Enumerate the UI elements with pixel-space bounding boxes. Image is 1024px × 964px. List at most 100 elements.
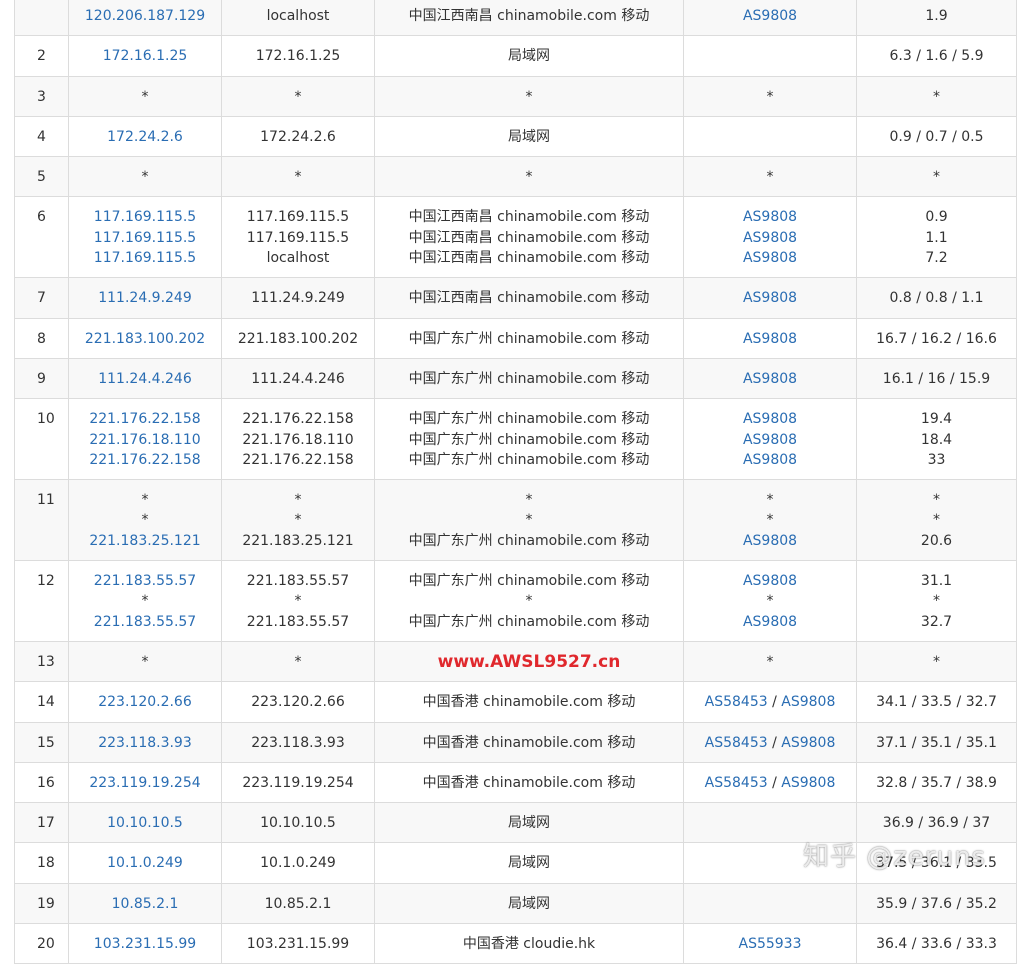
ip-link[interactable]: 10.10.10.5 (107, 815, 183, 831)
ip-link[interactable]: 117.169.115.5 (94, 230, 196, 246)
asn-link[interactable]: AS9808 (743, 371, 797, 387)
asn-link[interactable]: AS9808 (743, 331, 797, 347)
asn-line: * (684, 87, 856, 107)
hop-number-cell: 13 (14, 640, 69, 683)
hostname: * (294, 593, 302, 610)
ip-link[interactable]: 221.176.18.110 (89, 432, 200, 448)
latency-ms: 35.9 / 37.6 / 35.2 (876, 895, 997, 912)
hop-number: 12 (37, 573, 55, 590)
location-cell: 中国广东广州 chinamobile.com 移动 * 中国广东广州 chinamo… (374, 560, 684, 642)
location-cell: 局域网 (374, 802, 684, 844)
latency-ms: 1.9 (925, 8, 948, 24)
ip-link[interactable]: 223.119.19.254 (89, 775, 200, 791)
hop-number-cell: 15 (14, 721, 69, 763)
table-row: 20 103.231.15.99 103.231.15.99 中国香港 cloudie… (14, 923, 1017, 964)
asn-link[interactable]: AS9808 (743, 533, 797, 549)
ip-line: 10.10.10.5 (69, 813, 221, 833)
latency-ms: 19.4 (920, 411, 953, 428)
no-reply-marker: * (141, 512, 149, 529)
ip-link[interactable]: 172.16.1.25 (103, 48, 188, 64)
latency-ms: 7.2 (925, 250, 948, 267)
asn-cell: AS58453 / AS9808 (683, 761, 857, 804)
ip-link[interactable]: 10.85.2.1 (112, 896, 179, 912)
asn-line: AS9808 (684, 450, 856, 470)
ip-link[interactable]: 117.169.115.5 (94, 209, 196, 225)
hop-number: 2 (37, 48, 46, 65)
location-text: * (525, 512, 533, 529)
hostname-cell: 223.120.2.66 (221, 681, 375, 723)
asn-link[interactable]: AS9808 (781, 735, 835, 751)
latency-cell: * (856, 156, 1017, 198)
no-reply-marker: * (766, 593, 774, 610)
ip-link[interactable]: 221.183.55.57 (94, 614, 196, 630)
latency-cell: 1.9 (856, 0, 1017, 37)
hostname: 117.169.115.5 (246, 209, 350, 226)
asn-link[interactable]: AS58453 (705, 694, 768, 710)
asn-link[interactable]: AS9808 (743, 290, 797, 306)
ip-link[interactable]: 223.118.3.93 (98, 735, 192, 751)
ip-link[interactable]: 172.24.2.6 (107, 129, 183, 145)
asn-line: AS9808 (684, 369, 856, 389)
latency-ms: * (933, 169, 940, 186)
asn-cell: AS9808 (683, 357, 857, 400)
ip-line: 223.118.3.93 (69, 733, 221, 753)
location-cell: 局域网 (374, 882, 684, 925)
asn-link[interactable]: AS9808 (743, 614, 797, 630)
ip-link[interactable]: 111.24.9.249 (98, 290, 192, 306)
no-reply-marker: * (141, 169, 149, 186)
ip-line: 111.24.9.249 (69, 288, 221, 308)
ip-link[interactable]: 117.169.115.5 (94, 250, 196, 266)
latency-ms: * (933, 593, 940, 610)
ip-cell: * (68, 640, 222, 683)
hostname: 221.176.18.110 (242, 431, 354, 448)
location-cell: 中国江西南昌 chinamobile.com 移动 中国江西南昌 chinamob… (374, 196, 684, 279)
hostname-cell: * (221, 156, 375, 198)
location-cell: 中国广东广州 chinamobile.com 移动 中国广东广州 chinamob… (374, 398, 684, 481)
asn-separator: / (767, 774, 782, 791)
location-cell: 局域网 (374, 35, 684, 77)
asn-link[interactable]: AS9808 (743, 209, 797, 225)
asn-link[interactable]: AS9808 (743, 573, 797, 589)
asn-link[interactable]: AS9808 (743, 230, 797, 246)
asn-link[interactable]: AS58453 (705, 735, 768, 751)
location-cell: * (374, 156, 684, 198)
asn-link[interactable]: AS9808 (743, 432, 797, 448)
hostname-cell: 221.183.55.57 * 221.183.55.57 (221, 560, 375, 642)
asn-link[interactable]: AS9808 (743, 250, 797, 266)
latency-cell: 0.9 1.1 7.2 (856, 196, 1017, 279)
ip-link[interactable]: 221.176.22.158 (89, 452, 200, 468)
asn-link[interactable]: AS9808 (781, 694, 835, 710)
asn-link[interactable]: AS9808 (781, 775, 835, 791)
asn-link[interactable]: AS9808 (743, 411, 797, 427)
hop-number-cell: 14 (14, 681, 69, 723)
ip-link[interactable]: 10.1.0.249 (107, 855, 183, 871)
location-text: 中国广东广州 chinamobile.com 移动 (408, 411, 650, 428)
ip-link[interactable]: 221.176.22.158 (89, 411, 200, 427)
asn-line: AS58453 / AS9808 (684, 773, 856, 793)
latency-ms: 31.1 (920, 573, 953, 590)
ip-link[interactable]: 221.183.100.202 (85, 331, 205, 347)
ip-link[interactable]: 221.183.55.57 (94, 573, 196, 589)
ip-link[interactable]: 223.120.2.66 (98, 694, 192, 710)
location-text: 局域网 (508, 815, 550, 832)
hostname: 111.24.4.246 (251, 370, 345, 387)
hostname-cell: * (221, 640, 375, 683)
asn-line (684, 853, 856, 873)
table-row: 19 10.85.2.1 10.85.2.1 局域网 35.9 / 37.6 / 35.… (14, 882, 1017, 925)
ip-line: * (69, 167, 221, 187)
latency-cell: 6.3 / 1.6 / 5.9 (856, 35, 1017, 77)
asn-link[interactable]: AS9808 (743, 452, 797, 468)
asn-cell (683, 35, 857, 77)
hop-number: 4 (37, 128, 46, 145)
ip-link[interactable]: 103.231.15.99 (94, 936, 196, 952)
asn-link[interactable]: AS55933 (739, 936, 802, 952)
ip-link[interactable]: 221.183.25.121 (89, 533, 200, 549)
hostname: 103.231.15.99 (246, 936, 350, 953)
ip-link[interactable]: 111.24.4.246 (98, 371, 192, 387)
ip-link[interactable]: 120.206.187.129 (85, 8, 205, 24)
hostname-cell: 103.231.15.99 (221, 923, 375, 964)
asn-link[interactable]: AS9808 (743, 8, 797, 24)
asn-link[interactable]: AS58453 (705, 775, 768, 791)
hostname-cell: 221.176.22.158 221.176.18.110 221.176.22.1… (221, 398, 375, 481)
latency-ms: 1.1 (925, 229, 948, 246)
